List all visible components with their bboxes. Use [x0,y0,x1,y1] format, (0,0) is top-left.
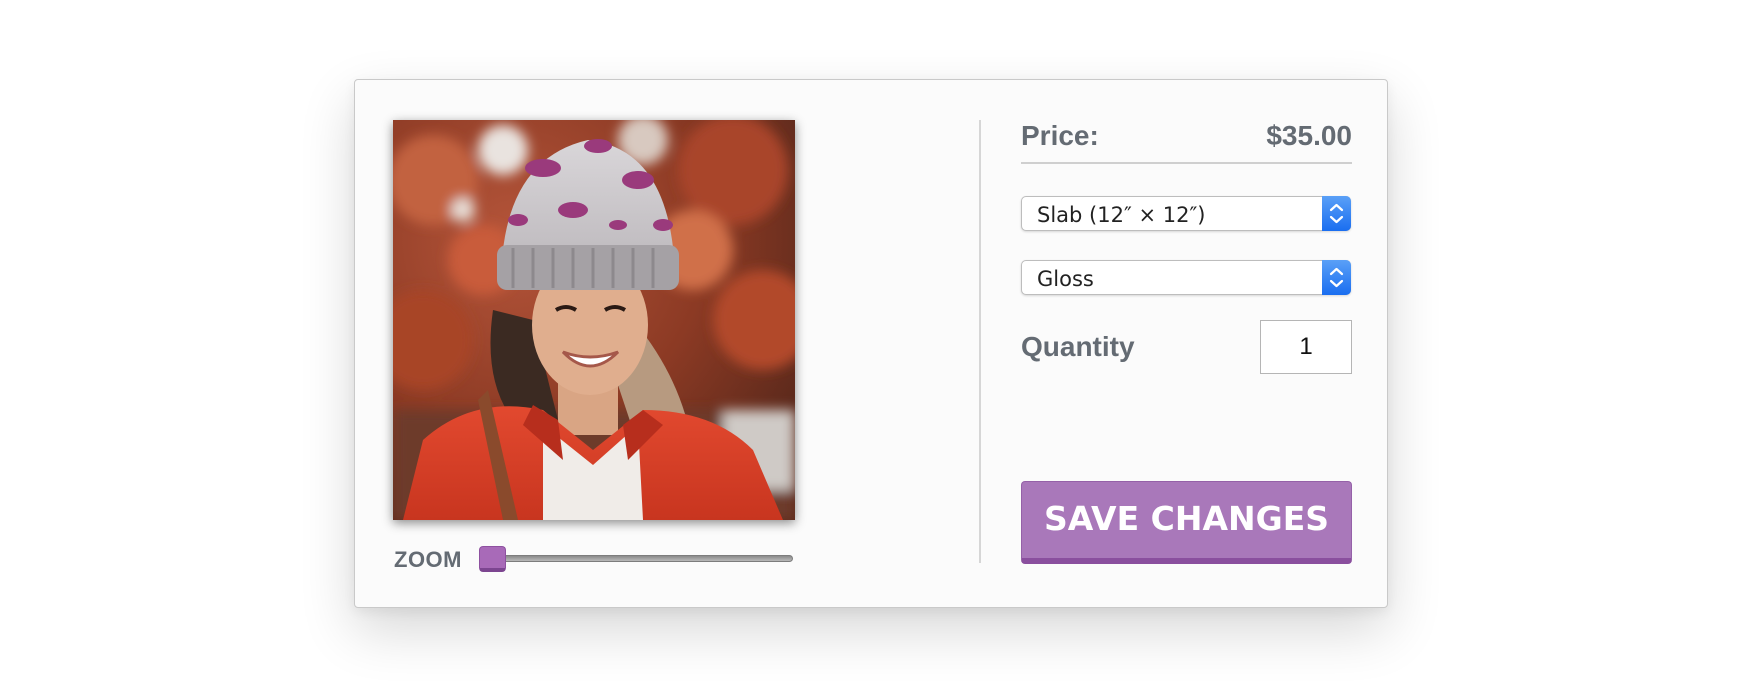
finish-select-value: Gloss [1037,267,1094,291]
quantity-input[interactable] [1260,320,1352,374]
price-value: $35.00 [1266,120,1352,151]
zoom-slider-track[interactable] [479,555,793,562]
zoom-label: ZOOM [394,547,462,572]
quantity-label: Quantity [1021,331,1135,362]
price-label: Price: [1021,120,1099,151]
select-chevrons-icon[interactable] [1322,196,1351,231]
zoom-slider-thumb[interactable] [479,546,506,572]
vertical-divider [979,120,981,563]
order-card: ZOOM Price: $35.00 Slab (12″ × 12″) Glos… [354,79,1388,608]
price-row: Price: $35.00 [1021,118,1352,164]
finish-select[interactable]: Gloss [1021,260,1351,295]
portrait-photo[interactable] [393,120,795,520]
size-select[interactable]: Slab (12″ × 12″) [1021,196,1351,231]
size-select-value: Slab (12″ × 12″) [1037,203,1206,227]
save-changes-button[interactable]: SAVE CHANGES [1021,481,1352,564]
select-chevrons-icon[interactable] [1322,260,1351,295]
